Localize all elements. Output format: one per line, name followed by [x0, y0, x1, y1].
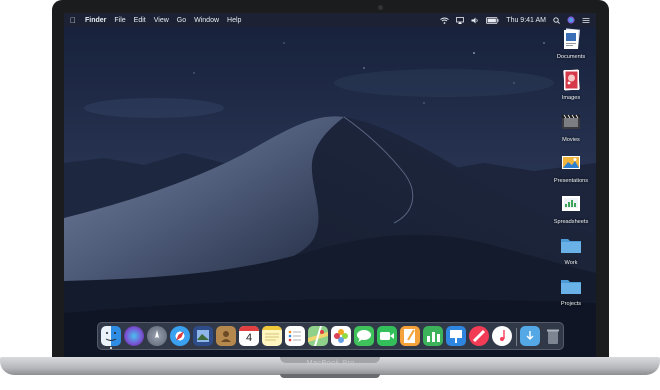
desktop-item-label: Images	[561, 95, 581, 101]
desktop-item-movies[interactable]: Movies	[548, 111, 594, 143]
desktop-item-images[interactable]: Images	[548, 69, 594, 101]
desktop-item-label: Projects	[560, 301, 582, 307]
photo-booth-icon[interactable]	[193, 326, 213, 346]
pages-icon[interactable]	[400, 326, 420, 346]
airplay-icon[interactable]	[456, 16, 465, 24]
apple-menu-icon[interactable]: 	[70, 16, 76, 25]
presentations-stack-icon	[562, 156, 580, 169]
siri-icon[interactable]	[124, 326, 144, 346]
menu-bar:  Finder File Edit View Go Window Help T…	[64, 13, 596, 27]
mojave-wallpaper	[64, 13, 596, 358]
documents-stack-icon	[564, 28, 581, 49]
downloads-folder-icon[interactable]	[520, 326, 540, 346]
facetime-icon[interactable]	[377, 326, 397, 346]
numbers-icon[interactable]	[423, 326, 443, 346]
status-area: Thu 9:41 AM	[440, 16, 590, 24]
siri-icon[interactable]	[567, 16, 575, 24]
desktop-item-label: Movies	[562, 137, 580, 143]
desktop-item-label: Presentations	[553, 178, 589, 184]
menu-app-name[interactable]: Finder	[85, 17, 106, 24]
desktop-item-spreadsheets[interactable]: Spreadsheets	[548, 193, 594, 225]
base-foot	[280, 374, 380, 378]
menu-help[interactable]: Help	[227, 17, 241, 24]
menu-file[interactable]: File	[114, 17, 125, 24]
contacts-icon[interactable]	[216, 326, 236, 346]
menu-go[interactable]: Go	[177, 17, 186, 24]
calendar-icon[interactable]: 4	[239, 326, 259, 346]
macbook-scene:  Finder File Edit View Go Window Help T…	[0, 0, 660, 390]
desktop-item-documents[interactable]: Documents	[548, 28, 594, 60]
camera-icon	[378, 5, 383, 10]
music-icon[interactable]	[492, 326, 512, 346]
desktop-item-projects[interactable]: Projects	[548, 275, 594, 307]
menu-window[interactable]: Window	[194, 17, 219, 24]
launchpad-icon[interactable]	[147, 326, 167, 346]
news-icon[interactable]	[469, 326, 489, 346]
volume-icon[interactable]	[471, 17, 479, 24]
device-label: MacBook Pro	[306, 358, 355, 367]
dock-separator	[516, 328, 517, 346]
messages-icon[interactable]	[354, 326, 374, 346]
desktop-screen:  Finder File Edit View Go Window Help T…	[64, 13, 596, 358]
spreadsheets-stack-icon	[562, 196, 580, 211]
reminders-icon[interactable]	[285, 326, 305, 346]
keynote-icon[interactable]	[446, 326, 466, 346]
safari-icon[interactable]	[170, 326, 190, 346]
control-center-icon[interactable]	[582, 17, 590, 24]
desktop-item-label: Work	[564, 260, 578, 266]
menu-view[interactable]: View	[154, 17, 169, 24]
maps-icon[interactable]	[308, 326, 328, 346]
movies-stack-icon	[562, 114, 580, 129]
desktop-item-presentations[interactable]: Presentations	[548, 152, 594, 184]
calendar-day: 4	[245, 332, 253, 344]
photos-icon[interactable]	[331, 326, 351, 346]
desktop-item-work[interactable]: Work	[548, 234, 594, 266]
desktop-item-label: Documents	[556, 54, 586, 60]
notes-icon[interactable]	[262, 326, 282, 346]
finder-icon[interactable]	[101, 326, 121, 346]
folder-icon	[561, 280, 581, 294]
images-stack-icon	[563, 69, 580, 91]
dock: 4	[97, 322, 564, 350]
desktop-item-label: Spreadsheets	[553, 219, 589, 225]
menu-clock[interactable]: Thu 9:41 AM	[506, 17, 546, 24]
menu-edit[interactable]: Edit	[134, 17, 146, 24]
battery-icon[interactable]	[486, 16, 499, 24]
folder-icon	[561, 239, 581, 253]
finder-running-indicator	[110, 347, 112, 349]
trash-icon[interactable]	[543, 326, 563, 346]
wifi-icon[interactable]	[440, 17, 450, 24]
search-icon[interactable]	[553, 16, 560, 24]
